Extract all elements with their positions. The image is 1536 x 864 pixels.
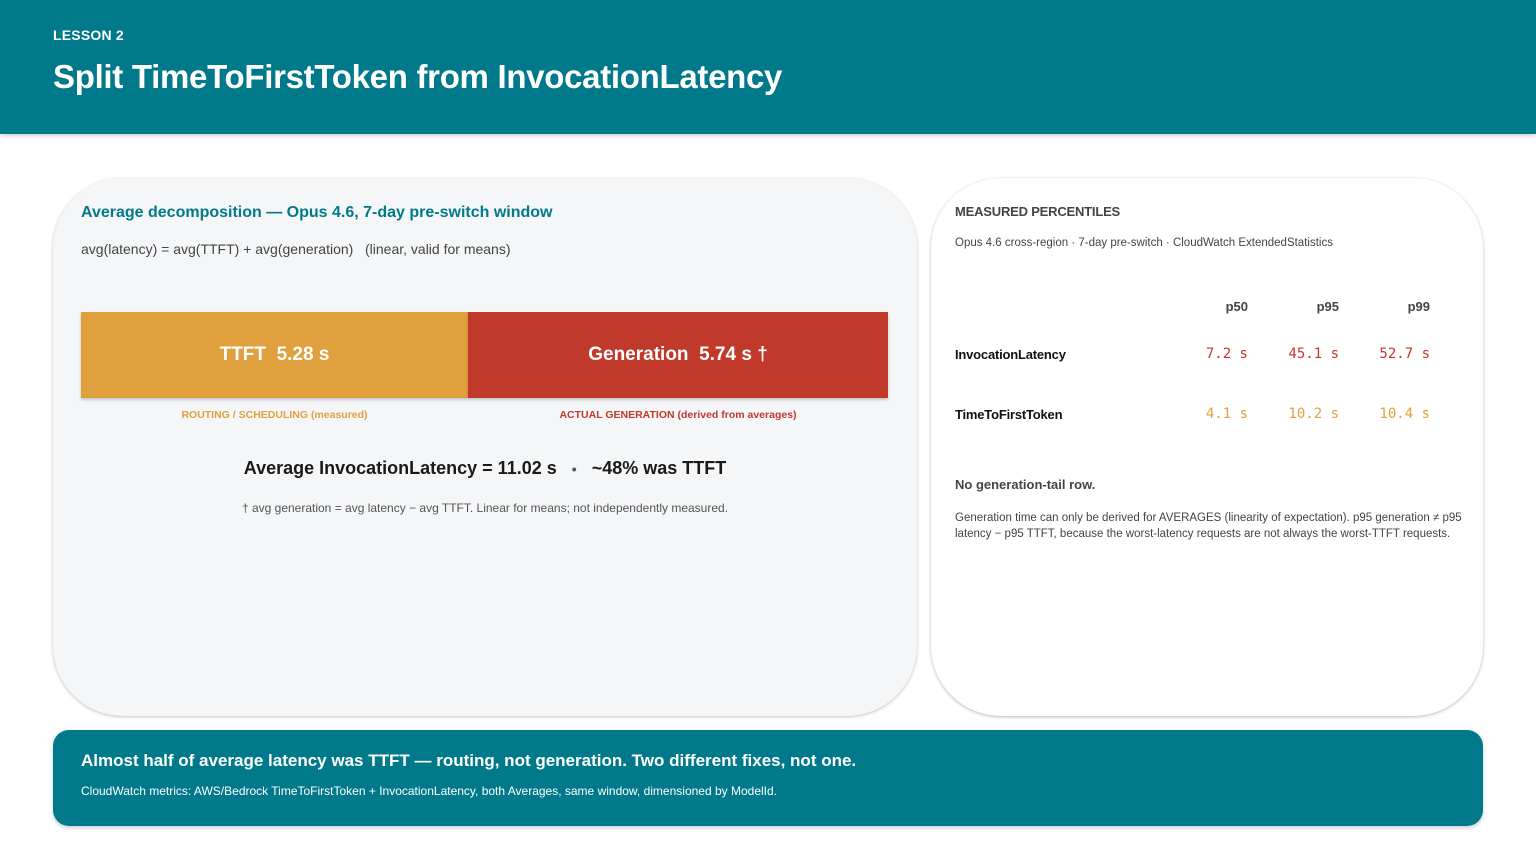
decomposition-heading: Average decomposition — Opus 4.6, 7-day …	[81, 204, 553, 221]
column-header-p95: p95	[1316, 299, 1339, 314]
invocation-latency-p95: 45.1 s	[1288, 346, 1339, 362]
latency-summary: Average InvocationLatency = 11.02 s • ~4…	[53, 458, 917, 479]
invocation-latency-p99: 52.7 s	[1379, 346, 1430, 362]
takeaway-subtitle: CloudWatch metrics: AWS/Bedrock TimeToFi…	[81, 784, 777, 798]
ttft-p95: 10.2 s	[1288, 406, 1339, 422]
percentiles-heading: MEASURED PERCENTILES	[955, 204, 1121, 219]
summary-share: ~48% was TTFT	[591, 458, 727, 478]
row-label-invocation-latency: InvocationLatency	[955, 347, 1066, 362]
takeaway-banner: Almost half of average latency was TTFT …	[53, 730, 1483, 826]
decomposition-panel: Average decomposition — Opus 4.6, 7-day …	[53, 178, 917, 716]
percentiles-subheading: Opus 4.6 cross-region · 7-day pre-switch…	[955, 237, 1333, 249]
takeaway-title: Almost half of average latency was TTFT …	[81, 751, 857, 770]
generation-footnote: † avg generation = avg latency − avg TTF…	[241, 501, 729, 515]
generation-bar-segment: Generation 5.74 s †	[468, 312, 888, 398]
summary-total: Average InvocationLatency = 11.02 s	[243, 458, 557, 478]
ttft-caption: ROUTING / SCHEDULING (measured)	[181, 409, 368, 421]
invocation-latency-p50: 7.2 s	[1205, 346, 1248, 362]
note-body: Generation time can only be derived for …	[955, 512, 1462, 540]
row-label-time-to-first-token: TimeToFirstToken	[955, 407, 1063, 422]
column-header-p99: p99	[1407, 299, 1430, 314]
lesson-label: LESSON 2	[53, 27, 124, 43]
bullet-separator: •	[571, 461, 577, 477]
column-header-p50: p50	[1225, 299, 1248, 314]
ttft-bar-segment: TTFT 5.28 s	[81, 312, 468, 398]
note-title: No generation-tail row.	[955, 477, 1096, 492]
percentiles-panel: MEASURED PERCENTILES Opus 4.6 cross-regi…	[931, 178, 1483, 716]
decomposition-formula: avg(latency) = avg(TTFT) + avg(generatio…	[81, 241, 511, 257]
header-bar: LESSON 2 Split TimeToFirstToken from Inv…	[0, 0, 1536, 134]
page-title: Split TimeToFirstToken from InvocationLa…	[53, 58, 783, 95]
ttft-p99: 10.4 s	[1379, 406, 1430, 422]
generation-caption: ACTUAL GENERATION (derived from averages…	[559, 409, 797, 421]
ttft-p50: 4.1 s	[1205, 406, 1248, 422]
